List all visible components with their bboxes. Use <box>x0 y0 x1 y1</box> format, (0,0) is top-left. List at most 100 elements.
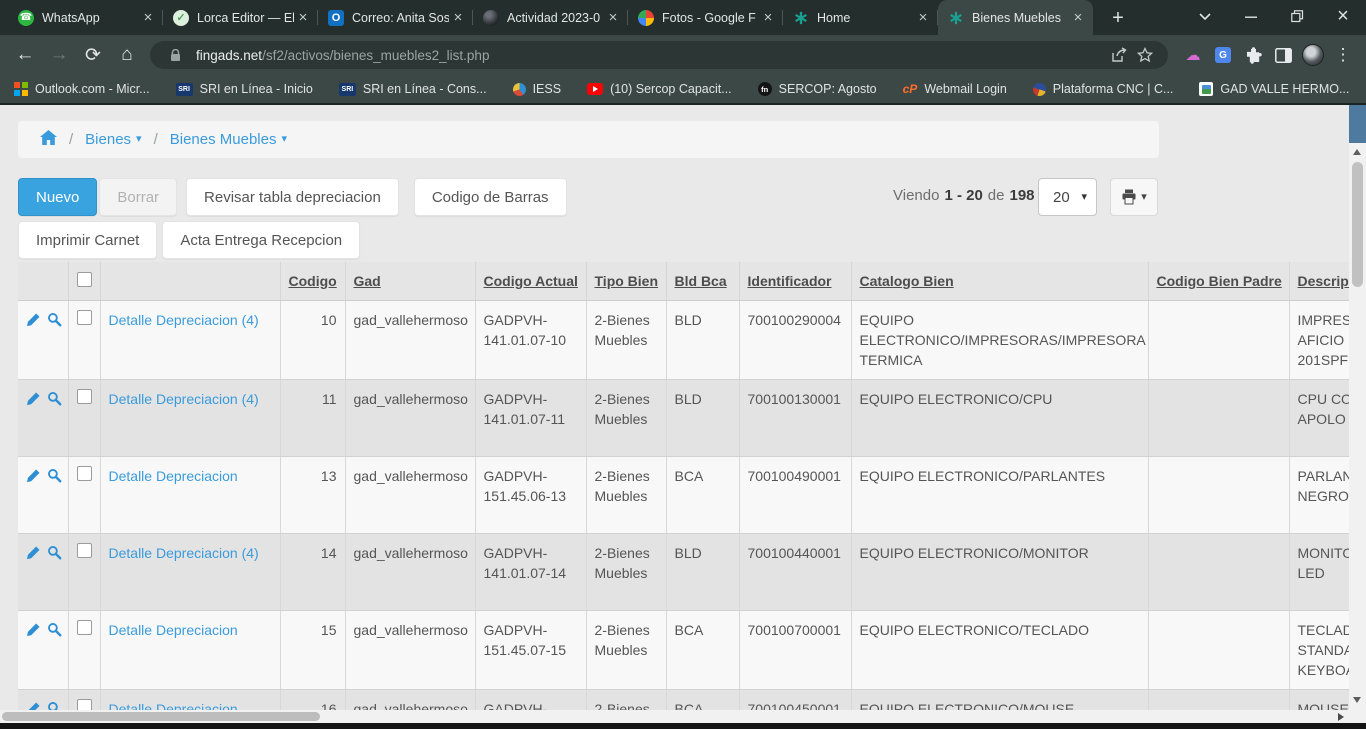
tab-close-icon[interactable]: × <box>759 9 777 27</box>
edit-pencil-icon[interactable] <box>26 391 41 411</box>
bookmark-gad-valle[interactable]: GAD VALLE HERMO... <box>1199 82 1349 96</box>
detalle-depreciacion-link[interactable]: Detalle Depreciacion <box>109 701 238 711</box>
bookmark-sri-inicio[interactable]: SRI SRI en Línea - Inicio <box>176 82 313 96</box>
breadcrumb-bienes-muebles[interactable]: Bienes Muebles▾ <box>170 131 287 148</box>
print-button[interactable]: ▾ <box>1110 178 1158 216</box>
sort-tipo-bien[interactable]: Tipo Bien <box>595 273 659 289</box>
sort-gad[interactable]: Gad <box>354 273 381 289</box>
sort-codigo[interactable]: Codigo <box>289 273 337 289</box>
scrollbar-corner <box>1349 710 1366 723</box>
sort-catalogo-bien[interactable]: Catalogo Bien <box>860 273 954 289</box>
scroll-up-icon[interactable] <box>1353 149 1361 155</box>
edit-pencil-icon[interactable] <box>26 622 41 642</box>
minimize-button[interactable] <box>1228 0 1274 33</box>
header-actions <box>18 262 68 300</box>
tab-close-icon[interactable]: × <box>294 9 312 27</box>
bookmark-webmail[interactable]: cP Webmail Login <box>903 82 1007 96</box>
restore-button[interactable] <box>1274 0 1320 33</box>
row-checkbox[interactable] <box>77 310 92 325</box>
bookmark-outlook[interactable]: Outlook.com - Micr... <box>14 82 150 96</box>
vertical-scrollbar-thumb[interactable] <box>1352 162 1363 287</box>
detalle-depreciacion-link[interactable]: Detalle Depreciacion <box>109 622 238 638</box>
view-magnifier-icon[interactable] <box>47 701 62 711</box>
breadcrumb-home-icon[interactable] <box>40 130 57 149</box>
acta-entrega-button[interactable]: Acta Entrega Recepcion <box>162 221 360 259</box>
edit-pencil-icon[interactable] <box>26 312 41 332</box>
table-row: Detalle Depreciacion (4) 11 gad_valleher… <box>18 379 1349 456</box>
view-magnifier-icon[interactable] <box>47 468 62 488</box>
row-checkbox[interactable] <box>77 389 92 404</box>
new-button[interactable]: Nuevo <box>18 178 97 216</box>
tab-home[interactable]: Home × <box>783 0 938 35</box>
assets-table: Codigo Gad Codigo Actual Tipo Bien Bld B… <box>18 262 1349 710</box>
sort-codigo-bien-padre[interactable]: Codigo Bien Padre <box>1157 273 1282 289</box>
print-card-button[interactable]: Imprimir Carnet <box>18 221 157 259</box>
bookmark-iess[interactable]: IESS <box>513 82 562 96</box>
bookmark-sri-consultas[interactable]: SRI SRI en Línea - Cons... <box>339 82 487 96</box>
select-all-checkbox[interactable] <box>77 272 92 287</box>
back-button[interactable]: ← <box>8 38 42 72</box>
edit-pencil-icon[interactable] <box>26 545 41 565</box>
forward-button[interactable]: → <box>42 38 76 72</box>
barcode-button[interactable]: Codigo de Barras <box>414 178 567 216</box>
tab-close-icon[interactable]: × <box>604 9 622 27</box>
page-size-select[interactable]: 20 ▾ <box>1038 178 1097 216</box>
view-magnifier-icon[interactable] <box>47 312 62 332</box>
share-icon[interactable] <box>1106 42 1132 68</box>
extensions-puzzle-icon[interactable] <box>1238 40 1268 70</box>
translate-icon[interactable]: G <box>1208 40 1238 70</box>
tab-google-photos[interactable]: Fotos - Google F × <box>628 0 783 35</box>
scroll-right-icon[interactable] <box>1338 713 1344 721</box>
view-magnifier-icon[interactable] <box>47 391 62 411</box>
profile-avatar[interactable] <box>1298 40 1328 70</box>
view-magnifier-icon[interactable] <box>47 545 62 565</box>
scroll-down-icon[interactable] <box>1353 697 1361 703</box>
tab-close-icon[interactable]: × <box>449 9 467 27</box>
row-checkbox[interactable] <box>77 620 92 635</box>
bookmark-star-icon[interactable] <box>1132 42 1158 68</box>
edit-pencil-icon[interactable] <box>26 701 41 711</box>
detalle-depreciacion-link[interactable]: Detalle Depreciacion <box>109 468 238 484</box>
close-window-button[interactable]: × <box>1320 0 1366 33</box>
row-checkbox[interactable] <box>77 543 92 558</box>
detalle-depreciacion-link[interactable]: Detalle Depreciacion (4) <box>109 391 259 407</box>
row-checkbox[interactable] <box>77 699 92 711</box>
sort-codigo-actual[interactable]: Codigo Actual <box>484 273 578 289</box>
tab-close-icon[interactable]: × <box>139 9 157 27</box>
cloud-extension-icon[interactable]: ☁ <box>1178 40 1208 70</box>
detalle-depreciacion-link[interactable]: Detalle Depreciacion (4) <box>109 312 259 328</box>
tab-close-icon[interactable]: × <box>914 9 932 27</box>
cell-descripcion: MONITO LED <box>1289 533 1349 610</box>
new-tab-button[interactable]: + <box>1103 3 1133 33</box>
browser-home-button[interactable]: ⌂ <box>110 38 144 72</box>
sort-identificador[interactable]: Identificador <box>748 273 832 289</box>
row-checkbox[interactable] <box>77 466 92 481</box>
cnc-icon <box>1033 83 1046 96</box>
address-bar[interactable]: fingads.net/sf2/activos/bienes_muebles2_… <box>150 41 1168 69</box>
vertical-scrollbar[interactable] <box>1349 105 1366 723</box>
lock-icon[interactable] <box>162 42 188 68</box>
sort-descripcion[interactable]: Descripcion <box>1298 273 1350 289</box>
breadcrumb-bienes[interactable]: Bienes▾ <box>85 131 141 148</box>
edit-pencil-icon[interactable] <box>26 468 41 488</box>
tab-bienes-muebles-active[interactable]: Bienes Muebles × <box>938 0 1093 35</box>
horizontal-scrollbar-thumb[interactable] <box>2 712 320 721</box>
reload-button[interactable]: ⟳ <box>76 38 110 72</box>
tab-whatsapp[interactable]: ☎ WhatsApp × <box>8 0 163 35</box>
bookmark-sercop-youtube[interactable]: (10) Sercop Capacit... <box>587 82 732 96</box>
view-magnifier-icon[interactable] <box>47 622 62 642</box>
tab-lorca-editor[interactable]: ✓ Lorca Editor — El × <box>163 0 318 35</box>
horizontal-scrollbar[interactable] <box>0 710 1349 723</box>
bookmark-sercop-agosto[interactable]: fn SERCOP: Agosto <box>758 82 877 96</box>
sort-bld-bca[interactable]: Bld Bca <box>675 273 727 289</box>
bookmark-plataforma-cnc[interactable]: Plataforma CNC | C... <box>1033 82 1174 96</box>
browser-menu-icon[interactable]: ⋮ <box>1328 40 1358 70</box>
delete-button[interactable]: Borrar <box>99 178 177 216</box>
detalle-depreciacion-link[interactable]: Detalle Depreciacion (4) <box>109 545 259 561</box>
tab-actividad[interactable]: Actividad 2023-0 × <box>473 0 628 35</box>
side-panel-icon[interactable] <box>1268 40 1298 70</box>
tab-search-chevron-icon[interactable] <box>1182 0 1228 33</box>
tab-close-icon[interactable]: × <box>1069 9 1087 27</box>
review-depreciation-button[interactable]: Revisar tabla depreciacion <box>186 178 399 216</box>
tab-correo-outlook[interactable]: O Correo: Anita Sos × <box>318 0 473 35</box>
